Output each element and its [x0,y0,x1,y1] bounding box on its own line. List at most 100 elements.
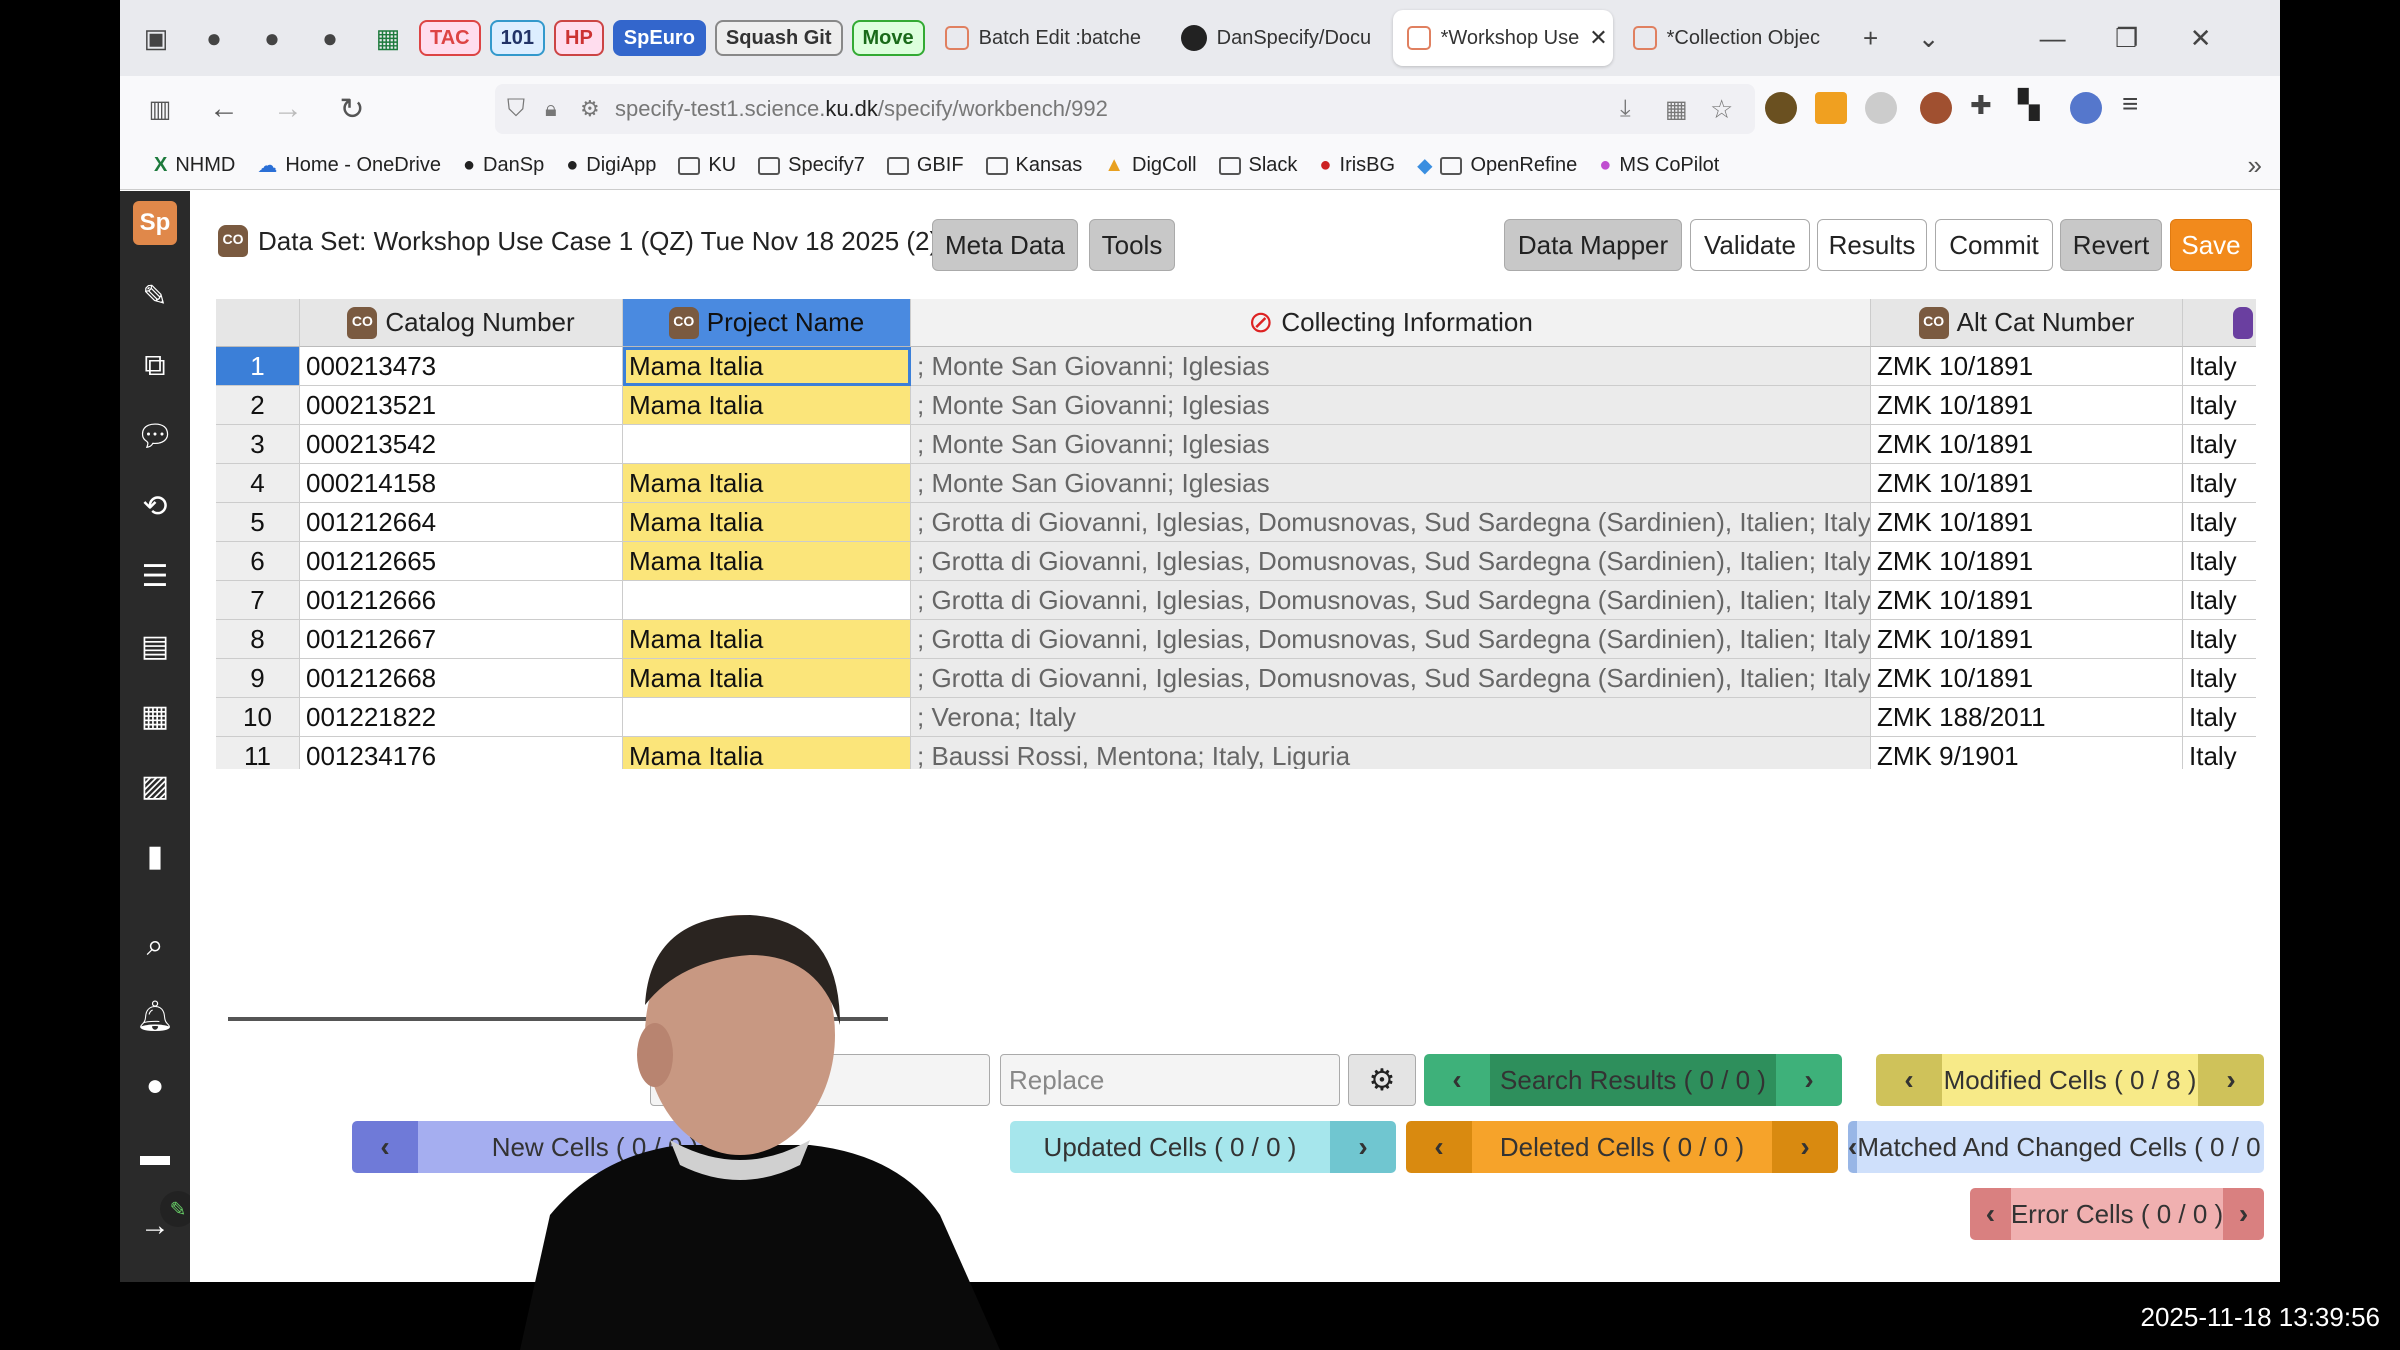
search-icon[interactable]: ⌕ [136,927,174,965]
results-button[interactable]: Results [1817,219,1927,271]
tab-batch-edit[interactable]: Batch Edit :batche [931,10,1161,66]
row-number[interactable]: 5 [216,503,300,542]
download-icon[interactable]: ⤓ [1620,95,1631,123]
catalog-number-cell[interactable]: 001221822 [300,698,623,737]
country-cell[interactable]: Italy [2183,620,2256,659]
pinned-tab-speuro[interactable]: SpEuro [612,20,706,56]
alt-cat-number-cell[interactable]: ZMK 188/2011 [1871,698,2183,737]
reload-icon[interactable]: ↻ [328,85,376,133]
back-arrow-icon[interactable]: ← [200,85,248,133]
tab-workshop-use[interactable]: *Workshop Use ✕ [1392,10,1613,66]
row-number[interactable]: 8 [216,620,300,659]
country-cell[interactable]: Italy [2183,464,2256,503]
collecting-information-cell[interactable]: ; Grotta di Giovanni, Iglesias, Domusnov… [911,503,1871,542]
github-icon[interactable]: ● [308,16,352,60]
row-number[interactable]: 6 [216,542,300,581]
project-name-cell[interactable]: Mama Italia [623,737,911,769]
country-cell[interactable]: Italy [2183,659,2256,698]
country-cell[interactable]: Italy [2183,347,2256,386]
project-name-cell[interactable]: Mama Italia [623,464,911,503]
workbench-icon[interactable]: ▦ [136,697,174,735]
alt-cat-number-cell[interactable]: ZMK 10/1891 [1871,425,2183,464]
bookmark-specify7[interactable]: Specify7 [758,154,865,177]
catalog-number-cell[interactable]: 001234176 [300,737,623,769]
search-prev-chevron-icon[interactable]: ‹ [1424,1054,1490,1106]
project-name-cell[interactable] [623,425,911,464]
bookmarks-overflow-icon[interactable]: » [2248,150,2262,181]
country-cell[interactable]: Italy [2183,386,2256,425]
alt-cat-number-cell[interactable]: ZMK 10/1891 [1871,503,2183,542]
collecting-information-cell[interactable]: ; Grotta di Giovanni, Iglesias, Domusnov… [911,542,1871,581]
search-settings-gear-icon[interactable]: ⚙ [1348,1054,1416,1106]
error-prev-chevron-icon[interactable]: ‹ [1970,1188,2011,1240]
collecting-information-cell[interactable]: ; Grotta di Giovanni, Iglesias, Domusnov… [911,581,1871,620]
pinned-tab-squash-git[interactable]: Squash Git [714,20,843,56]
tools-button[interactable]: Tools [1089,219,1175,271]
tab-danspecify-docs[interactable]: DanSpecify/Docu [1167,10,1387,66]
matched-prev-chevron-icon[interactable]: ‹ [1848,1121,1858,1173]
close-tab-icon[interactable]: ✕ [1589,25,1607,51]
collecting-information-cell[interactable]: ; Baussi Rossi, Mentona; Italy, Liguria [911,737,1871,769]
trees-icon[interactable]: ⟲ [136,487,174,525]
bookmark-ms-copilot[interactable]: ● MS CoPilot [1599,154,1719,177]
collecting-information-cell[interactable]: ; Monte San Giovanni; Iglesias [911,347,1871,386]
collecting-information-cell[interactable]: ; Monte San Giovanni; Iglesias [911,386,1871,425]
country-cell[interactable]: Italy [2183,425,2256,464]
catalog-number-cell[interactable]: 000213521 [300,386,623,425]
tab-overview-icon[interactable]: ▣ [134,16,178,60]
country-cell[interactable]: Italy [2183,698,2256,737]
project-name-cell[interactable]: Mama Italia [623,542,911,581]
modified-prev-chevron-icon[interactable]: ‹ [1876,1054,1942,1106]
bookmark-kansas[interactable]: Kansas [985,154,1082,177]
project-name-cell[interactable]: Mama Italia [623,386,911,425]
row-number[interactable]: 3 [216,425,300,464]
interactions-icon[interactable]: ⧉ [136,347,174,385]
country-cell[interactable]: Italy [2183,581,2256,620]
bookmark-onedrive[interactable]: ☁ Home - OneDrive [257,153,441,178]
minimize-icon[interactable]: — [2031,16,2075,60]
alt-cat-number-cell[interactable]: ZMK 10/1891 [1871,581,2183,620]
new-tab-icon[interactable]: + [1849,16,1893,60]
catalog-number-cell[interactable]: 001212668 [300,659,623,698]
bookmark-digcoll[interactable]: ▲ DigColl [1104,154,1196,177]
sidebar-toggle-icon[interactable]: ▥ [136,85,184,133]
error-next-chevron-icon[interactable]: › [2223,1188,2264,1240]
messages-icon[interactable]: 💬︎ [136,417,174,455]
catalog-number-cell[interactable]: 001212665 [300,542,623,581]
bookmark-openrefine[interactable]: ◆ OpenRefine [1417,153,1577,178]
bookmark-star-icon[interactable]: ☆ [1710,94,1733,125]
collecting-information-cell[interactable]: ; Verona; Italy [911,698,1871,737]
bookmark-digiapp[interactable]: ● DigiApp [566,154,656,177]
alt-cat-number-cell[interactable]: ZMK 9/1901 [1871,737,2183,769]
user-account-icon[interactable]: ● [136,1067,174,1105]
collecting-information-cell[interactable]: ; Grotta di Giovanni, Iglesias, Domusnov… [911,659,1871,698]
extension-icon[interactable] [1815,92,1847,124]
deleted-prev-chevron-icon[interactable]: ‹ [1406,1121,1472,1173]
catalog-number-cell[interactable]: 001212667 [300,620,623,659]
apps-grid-icon[interactable]: ▚ [2018,88,2040,121]
notifications-bell-icon[interactable]: 🔔︎ [136,997,174,1035]
row-number[interactable]: 7 [216,581,300,620]
column-header-alt-cat-number[interactable]: CO Alt Cat Number [1871,299,2183,347]
pinned-tab-101[interactable]: 101 [489,20,545,56]
row-number[interactable]: 11 [216,737,300,769]
address-bar[interactable]: ⛉ 🔒︎ ⚙ specify-test1.science. ku.dk/speci… [495,84,1755,134]
project-name-cell[interactable]: Mama Italia [623,503,911,542]
qr-code-icon[interactable]: ▦ [1665,95,1688,124]
column-header-country[interactable] [2183,299,2256,347]
catalog-number-cell[interactable]: 001212666 [300,581,623,620]
row-number[interactable]: 10 [216,698,300,737]
catalog-number-cell[interactable]: 001212664 [300,503,623,542]
save-button[interactable]: Save [2170,219,2252,271]
country-cell[interactable]: Italy [2183,737,2256,770]
search-input[interactable]: Search [650,1054,990,1106]
collapse-arrow-icon[interactable]: → [136,1207,174,1245]
project-name-cell[interactable]: Mama Italia [623,347,911,386]
validate-button[interactable]: Validate [1690,219,1810,271]
github-icon[interactable]: ● [250,16,294,60]
commit-button[interactable]: Commit [1935,219,2053,271]
alt-cat-number-cell[interactable]: ZMK 10/1891 [1871,464,2183,503]
column-header-project-name[interactable]: CO Project Name [623,299,911,347]
row-number[interactable]: 2 [216,386,300,425]
row-number[interactable]: 9 [216,659,300,698]
